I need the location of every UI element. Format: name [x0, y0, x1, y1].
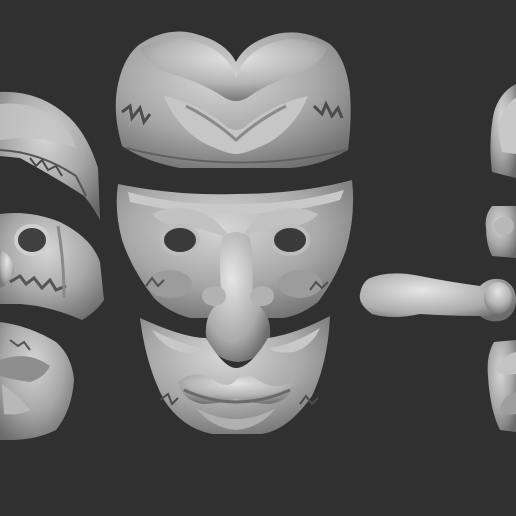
left-eye-piece [0, 213, 104, 320]
front-right-eye-hole [270, 224, 310, 256]
left-eye-hole [14, 224, 50, 256]
mask-render-image [0, 31, 516, 440]
mask-render-scene [0, 0, 516, 516]
front-left-eye-hole [160, 224, 200, 256]
left-view [0, 91, 104, 440]
front-view [115, 31, 354, 434]
right-view [359, 84, 516, 432]
